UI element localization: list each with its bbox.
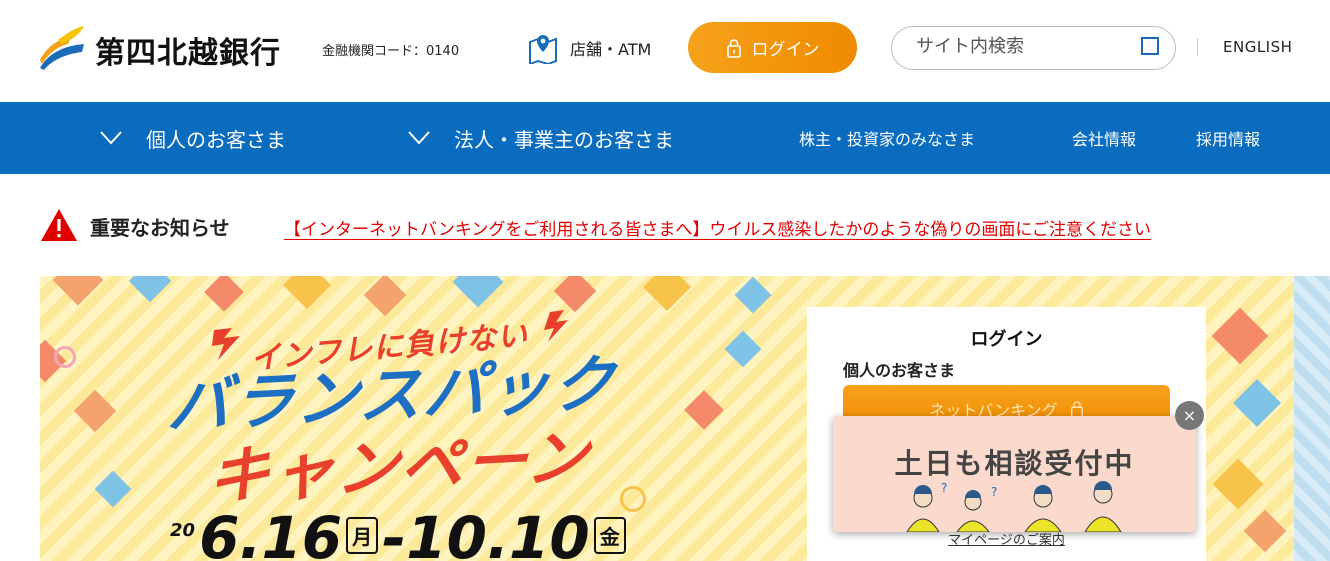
nav-recruit[interactable]: 採用情報 [1196, 102, 1260, 174]
decor-shape [553, 276, 597, 313]
bank-logo-icon[interactable] [38, 24, 86, 72]
campaign-year: 20 [170, 520, 196, 541]
svg-text:?: ? [941, 481, 947, 495]
search-input[interactable] [916, 36, 1136, 57]
campaign-end-dow: 金 [593, 517, 626, 554]
decor-shape [52, 276, 104, 306]
lock-icon [726, 38, 741, 58]
nav-personal-label: 個人のお客さま [146, 127, 286, 152]
map-pin-icon [529, 35, 557, 64]
login-button[interactable]: ログイン [688, 22, 857, 73]
chevron-down-icon [100, 131, 122, 145]
nav-personal[interactable]: 個人のお客さま [100, 102, 286, 174]
consultants-illustration-icon: ? ? [906, 481, 1122, 532]
login-card-title: ログイン [970, 329, 1043, 350]
chevron-down-icon [408, 131, 430, 145]
campaign-start-dow: 月 [346, 517, 379, 554]
campaign-end: 10.10 [406, 504, 590, 561]
login-label: ログイン [751, 40, 820, 60]
decor-shape [684, 390, 724, 430]
decor-shape [1212, 458, 1264, 510]
campaign-sep: - [382, 504, 407, 561]
important-notice-link[interactable]: 【インターネットバンキングをご利用される皆さまへ】ウイルス感染したかのような偽り… [284, 215, 1151, 240]
campaign-start: 6.16 [199, 504, 343, 561]
nav-business[interactable]: 法人・事業主のお客さま [408, 102, 674, 174]
english-link[interactable]: ENGLISH [1223, 38, 1292, 56]
site-header: 第四北越銀行 金融機関コード：0140 店舗・ATM ログイン ENGLISH [0, 0, 1330, 102]
nav-company[interactable]: 会社情報 [1072, 102, 1136, 174]
weekend-consultation-popup[interactable]: 土日も相談受付中 ? ? [833, 416, 1196, 532]
bank-code: 金融機関コード：0140 [322, 44, 460, 59]
decor-shape [1211, 307, 1269, 365]
warning-icon [41, 209, 77, 241]
site-search [891, 26, 1176, 70]
decor-shape [642, 276, 692, 312]
decor-shape [452, 276, 504, 308]
decor-shape [1243, 509, 1287, 553]
nav-investors[interactable]: 株主・投資家のみなさま [799, 102, 975, 174]
decor-shape [94, 470, 132, 508]
banner-title-line2: キャンペーン [205, 420, 593, 513]
decor-shape [1232, 378, 1282, 428]
nav-business-label: 法人・事業主のお客さま [454, 127, 674, 152]
decor-shape [724, 330, 762, 368]
decor-shape [73, 389, 117, 433]
decor-shape [734, 276, 772, 314]
store-atm-link[interactable]: 店舗・ATM [528, 32, 651, 64]
header-divider [1197, 38, 1198, 56]
decor-shape [128, 276, 172, 303]
search-icon[interactable] [1141, 37, 1159, 55]
decor-shape [282, 276, 332, 310]
popup-text: 土日も相談受付中 [894, 447, 1135, 480]
store-atm-label: 店舗・ATM [570, 40, 652, 59]
popup-close-button[interactable]: × [1175, 401, 1204, 430]
svg-text:?: ? [991, 485, 997, 499]
campaign-period: 206.16 月 -10.10 金 [170, 504, 630, 561]
decor-circle [54, 346, 76, 368]
brand-name[interactable]: 第四北越銀行 [95, 28, 281, 72]
login-card-subtitle: 個人のお客さま [843, 361, 956, 380]
global-nav: 個人のお客さま 法人・事業主のお客さま 株主・投資家のみなさま 会社情報 採用情… [0, 102, 1330, 174]
decor-shape [204, 276, 244, 312]
next-slide-peek[interactable] [1294, 276, 1330, 561]
important-notice-title: 重要なお知らせ [90, 216, 230, 240]
